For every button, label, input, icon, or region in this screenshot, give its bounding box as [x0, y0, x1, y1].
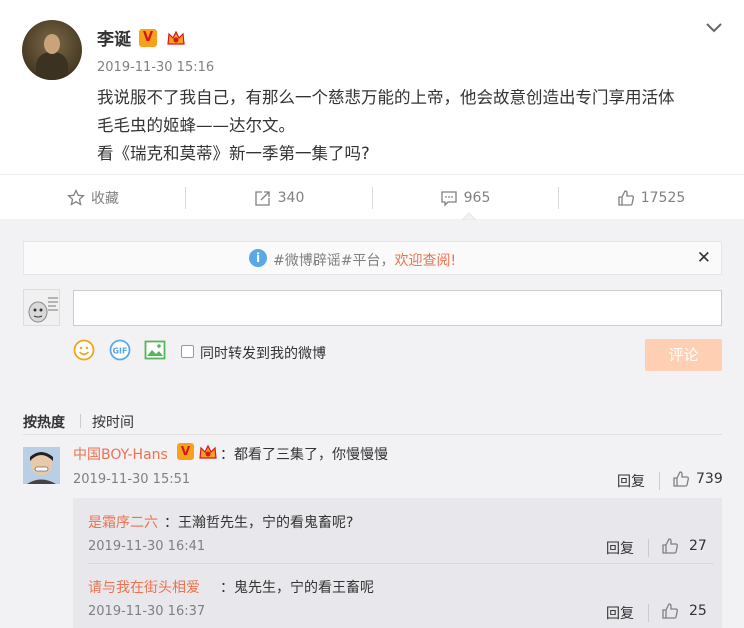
commenter-name[interactable]: 中国BOY-Hans	[73, 444, 168, 464]
reply-like-count: 27	[689, 538, 707, 554]
reply-user[interactable]: 是霜序二六	[88, 512, 158, 532]
reply-user[interactable]: 请与我在街头相爱	[88, 577, 200, 597]
sort-by-hot-tab[interactable]: 按热度	[23, 412, 65, 432]
post-timestamp[interactable]: 2019-11-30 15:16	[97, 60, 214, 75]
sort-underline	[23, 434, 722, 435]
repost-count: 340	[277, 190, 305, 206]
favorite-button[interactable]: 收藏	[0, 175, 186, 221]
reply-divider	[88, 563, 714, 564]
comment-reply-button[interactable]: 回复	[617, 471, 645, 491]
avatar-figure-face	[44, 34, 60, 54]
like-divider	[659, 472, 660, 490]
reply-like-button[interactable]: 25	[661, 602, 707, 620]
comment-icon	[440, 191, 457, 207]
post-content: 我说服不了我自己，有那么一个慈悲万能的上帝，他会故意创造出专门享用活体 毛毛虫的…	[97, 84, 727, 168]
sort-by-time-tab[interactable]: 按时间	[92, 412, 134, 432]
avatar-figure-body	[36, 52, 68, 80]
reply-reply-button[interactable]: 回复	[606, 603, 634, 623]
thumbs-up-icon	[662, 603, 678, 619]
sync-repost-label: 同时转发到我的微博	[200, 346, 326, 362]
comment-count: 965	[463, 190, 491, 206]
like-divider	[648, 539, 649, 557]
sync-repost-checkbox[interactable]	[181, 345, 194, 358]
repost-button[interactable]: 340	[186, 175, 372, 221]
comment-like-count: 739	[696, 471, 723, 487]
like-button[interactable]: 17525	[558, 175, 744, 221]
reply-like-count: 25	[689, 603, 707, 619]
svg-text:GIF: GIF	[112, 347, 127, 356]
comment-caret-icon	[462, 212, 476, 220]
reply-text: ：王瀚哲先生，宁的看鬼畜呢?	[164, 515, 354, 531]
reply-timestamp: 2019-11-30 16:37	[88, 604, 206, 619]
chevron-down-icon[interactable]	[704, 18, 724, 38]
notice-text: #微博辟谣#平台，	[273, 253, 395, 269]
crown-badge-icon	[167, 30, 185, 45]
info-icon: i	[249, 249, 267, 267]
my-avatar[interactable]	[23, 289, 60, 326]
commenter-avatar[interactable]	[23, 447, 60, 484]
favorite-label: 收藏	[91, 191, 119, 207]
verified-badge-icon: V	[139, 29, 157, 47]
comment-like-button[interactable]: 739	[672, 470, 723, 488]
star-icon	[67, 189, 85, 206]
weibo-post: 李诞 V 2019-11-30 15:16 我说服不了我自己，有那么一个慈悲万能…	[0, 0, 744, 174]
post-text-line: 我说服不了我自己，有那么一个慈悲万能的上帝，他会故意创造出专门享用活体	[97, 88, 675, 107]
repost-icon	[254, 191, 270, 206]
submit-comment-button[interactable]: 评论	[645, 339, 722, 371]
gif-icon[interactable]: GIF	[109, 339, 131, 361]
post-text-line: 毛毛虫的姬蜂——达尔文。	[97, 116, 295, 135]
reply-timestamp: 2019-11-30 16:41	[88, 539, 206, 554]
author-avatar[interactable]	[22, 20, 82, 80]
author-name[interactable]: 李诞	[97, 25, 131, 50]
image-icon[interactable]	[144, 339, 166, 361]
reply-text: ：鬼先生，宁的看王畜呢	[220, 580, 374, 596]
meme-avatar-image	[24, 290, 59, 325]
commenter-avatar-image	[23, 447, 60, 484]
post-text-line: 看《瑞克和莫蒂》新一季第一集了吗?	[97, 144, 370, 163]
comment-text: ：都看了三集了，你慢慢慢	[220, 447, 388, 463]
reply-like-button[interactable]: 27	[661, 537, 707, 555]
comment-input[interactable]	[73, 290, 722, 326]
like-count: 17525	[640, 190, 686, 206]
smile-icon[interactable]	[73, 339, 95, 361]
rumor-notice: i #微博辟谣#平台，欢迎查阅! ✕	[23, 241, 722, 275]
thumbs-up-icon	[618, 190, 634, 206]
verified-badge-icon: V	[177, 443, 194, 460]
notice-link[interactable]: 欢迎查阅!	[394, 253, 456, 269]
notice-text-group: #微博辟谣#平台，欢迎查阅!	[273, 250, 456, 270]
action-bar: 收藏 340 965 17525	[0, 174, 744, 220]
thumbs-up-icon	[662, 538, 678, 554]
reply-reply-button[interactable]: 回复	[606, 538, 634, 558]
thumbs-up-icon	[673, 471, 689, 487]
crown-badge-icon	[199, 444, 217, 459]
sort-divider	[80, 414, 81, 428]
comment-timestamp: 2019-11-30 15:51	[73, 472, 191, 487]
like-divider	[648, 604, 649, 622]
close-icon[interactable]: ✕	[697, 248, 711, 268]
